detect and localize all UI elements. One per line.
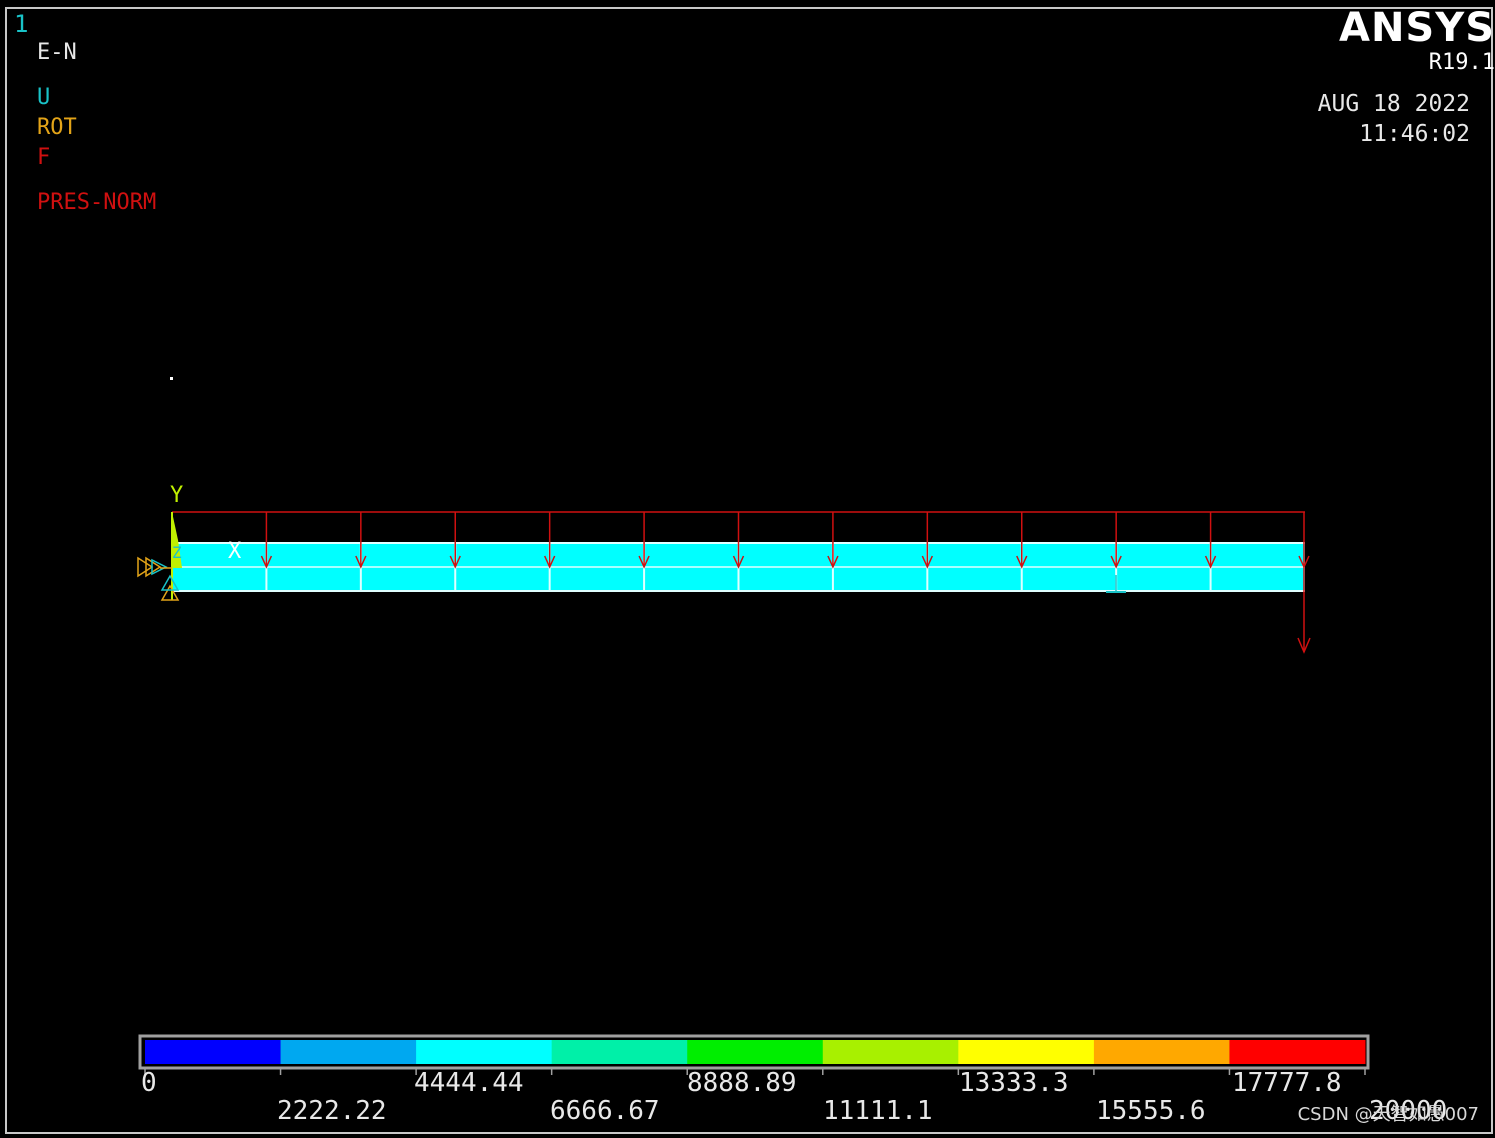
colorbar-label: 17777.8 [1232, 1068, 1342, 1098]
colorbar-label: 15555.6 [1096, 1096, 1206, 1126]
colorbar-label: 11111.1 [823, 1096, 933, 1126]
colorbar-swatch [1093, 1040, 1230, 1064]
x-axis-label: X [228, 539, 242, 564]
z-axis-label: Z [172, 543, 182, 562]
colorbar-swatch [822, 1040, 959, 1064]
colorbar-swatch [280, 1040, 417, 1064]
colorbar-label: 4444.44 [414, 1068, 524, 1098]
y-axis-label: Y [170, 483, 183, 508]
colorbar-swatch [958, 1040, 1095, 1064]
colorbar-label: 0 [141, 1068, 157, 1098]
colorbar-swatch [416, 1040, 553, 1064]
model-canvas[interactable]: Y X Z [0, 0, 1495, 1138]
colorbar-label: 2222.22 [277, 1096, 387, 1126]
colorbar-label: 6666.67 [550, 1096, 660, 1126]
colorbar-swatches [145, 1040, 1366, 1064]
colorbar-label: 8888.89 [687, 1068, 797, 1098]
stray-dot [170, 377, 173, 380]
colorbar-swatch [145, 1040, 282, 1064]
colorbar-label: 13333.3 [959, 1068, 1069, 1098]
watermark: CSDN @天智如愚007 [1297, 1104, 1479, 1125]
colorbar-swatch [1229, 1040, 1366, 1064]
colorbar-swatch [687, 1040, 824, 1064]
colorbar-swatch [551, 1040, 688, 1064]
